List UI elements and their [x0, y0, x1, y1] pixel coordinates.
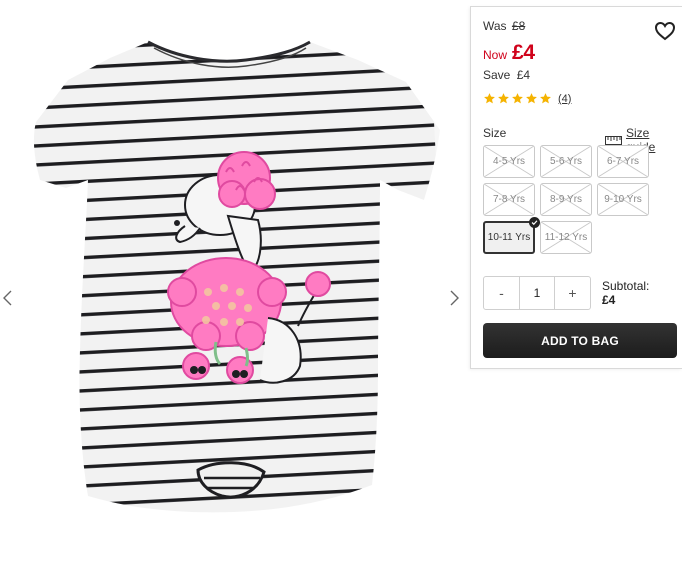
add-to-bag-button[interactable]: ADD TO BAG: [483, 323, 677, 358]
chevron-left-icon: [3, 290, 12, 306]
star-icon: [497, 92, 510, 105]
now-price: Now £4: [483, 41, 535, 65]
size-option-label: 9-10 Yrs: [604, 194, 642, 205]
size-option-label: 10-11 Yrs: [487, 232, 531, 243]
ruler-icon: [605, 135, 622, 145]
save-amount-value: £4: [516, 68, 531, 82]
gallery-prev-button[interactable]: [0, 286, 16, 310]
now-label: Now: [483, 48, 508, 62]
was-price: Was £8: [483, 19, 525, 33]
size-option-label: 4-5 Yrs: [492, 156, 526, 167]
size-option[interactable]: 4-5 Yrs: [483, 145, 535, 178]
quantity-decrease-button[interactable]: -: [484, 277, 519, 309]
gallery-next-button[interactable]: [446, 286, 462, 310]
star-icon: [525, 92, 538, 105]
subtotal: Subtotal: £4: [602, 279, 649, 307]
size-option-label: 8-9 Yrs: [549, 194, 583, 205]
was-price-value: £8: [511, 19, 526, 33]
size-option[interactable]: 8-9 Yrs: [540, 183, 592, 216]
wishlist-button[interactable]: [654, 21, 678, 43]
size-label: Size: [483, 126, 507, 140]
quantity-input[interactable]: 1: [519, 277, 555, 309]
chevron-right-icon: [450, 290, 459, 306]
now-price-value: £4: [512, 41, 535, 64]
heart-icon: [654, 21, 676, 41]
save-amount: Save £4: [483, 68, 530, 82]
size-option[interactable]: 10-11 Yrs: [483, 221, 535, 254]
quantity-increase-button[interactable]: +: [555, 277, 590, 309]
purchase-panel: Was £8 Now £4 Save £4 (4) Size Size guid…: [470, 6, 682, 369]
star-icon: [539, 92, 552, 105]
save-label: Save: [483, 68, 511, 82]
product-image[interactable]: [28, 30, 442, 535]
size-option[interactable]: 5-6 Yrs: [540, 145, 592, 178]
selected-check-icon: [529, 217, 540, 228]
size-option[interactable]: 9-10 Yrs: [597, 183, 649, 216]
size-option-label: 11-12 Yrs: [544, 232, 588, 243]
size-option-label: 6-7 Yrs: [606, 156, 640, 167]
size-option[interactable]: 6-7 Yrs: [597, 145, 649, 178]
star-rating: [483, 92, 553, 105]
size-option[interactable]: 7-8 Yrs: [483, 183, 535, 216]
size-option[interactable]: 11-12 Yrs: [540, 221, 592, 254]
subtotal-value: £4: [602, 293, 616, 307]
product-rating: (4): [483, 92, 571, 105]
quantity-stepper: - 1 +: [483, 276, 591, 310]
product-gallery: [0, 0, 468, 565]
was-label: Was: [483, 19, 507, 33]
subtotal-label: Subtotal:: [602, 279, 650, 293]
review-count-link[interactable]: (4): [558, 93, 571, 105]
size-option-label: 5-6 Yrs: [549, 156, 583, 167]
star-icon: [483, 92, 496, 105]
star-icon: [511, 92, 524, 105]
size-option-label: 7-8 Yrs: [492, 194, 526, 205]
